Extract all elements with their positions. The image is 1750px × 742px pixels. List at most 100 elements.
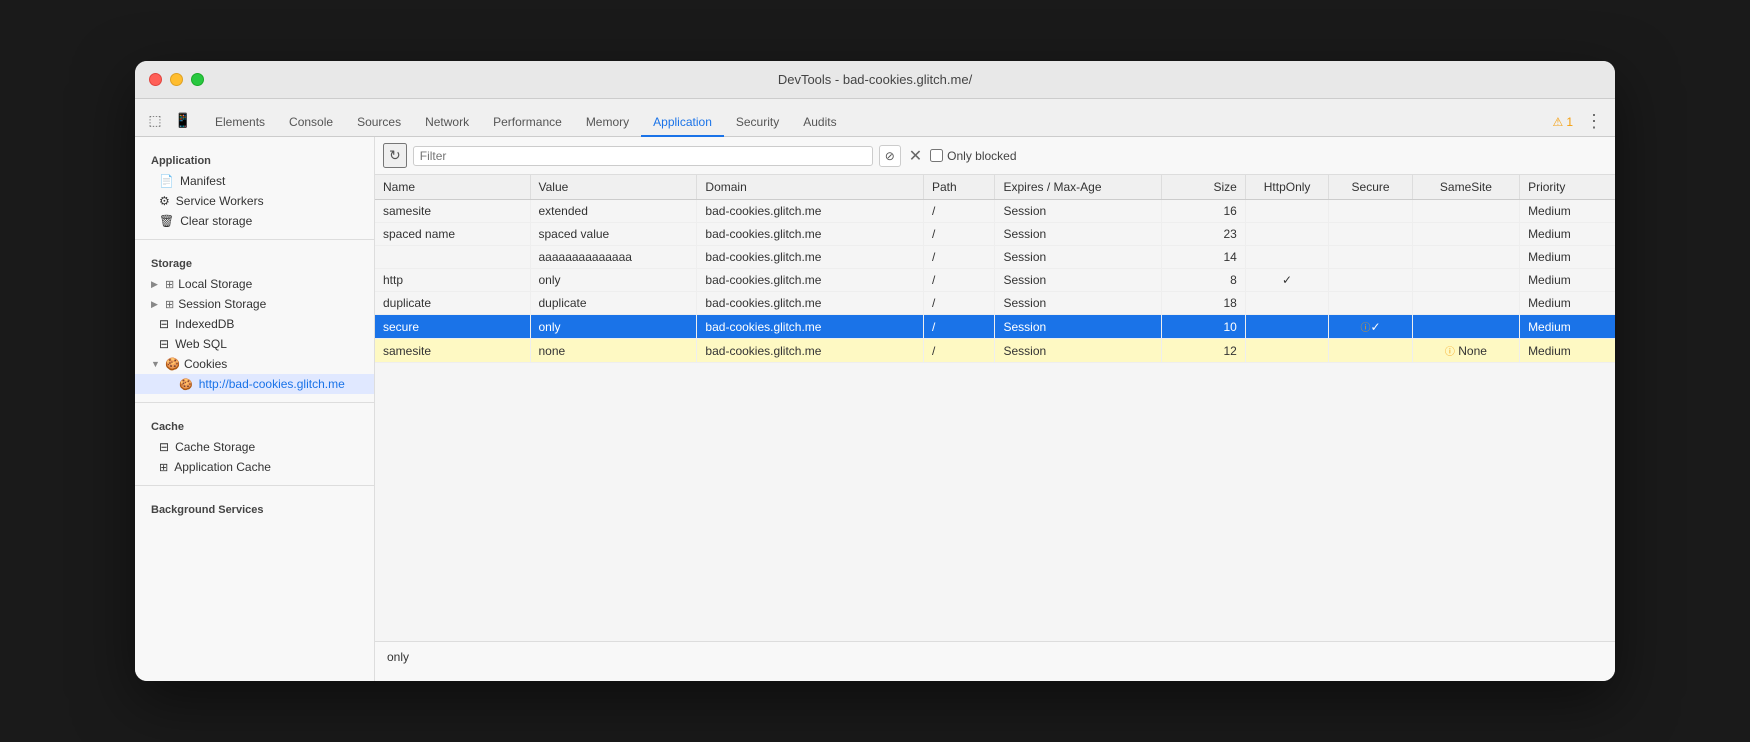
table-cell: spaced value [530, 223, 697, 246]
table-cell: spaced name [375, 223, 530, 246]
table-cell: Medium [1520, 315, 1615, 339]
sidebar-item-session-storage[interactable]: ▶ ⊞ Session Storage [135, 294, 374, 314]
cookies-table-container: Name Value Domain Path Expires / Max-Age… [375, 175, 1615, 641]
table-cell: ⓘ✓ [1329, 315, 1412, 339]
refresh-button[interactable]: ↻ [383, 143, 407, 168]
table-cell: 8 [1162, 269, 1245, 292]
table-cell: Medium [1520, 223, 1615, 246]
col-size[interactable]: Size [1162, 175, 1245, 200]
tab-console[interactable]: Console [277, 109, 345, 137]
sidebar-item-service-workers[interactable]: ⚙ Service Workers [135, 191, 374, 211]
tab-audits[interactable]: Audits [791, 109, 848, 137]
sidebar-item-local-storage[interactable]: ▶ ⊞ Local Storage [135, 274, 374, 294]
tab-application[interactable]: Application [641, 109, 724, 137]
blocked-filter-button[interactable]: ⊘ [879, 145, 901, 167]
service-workers-icon: ⚙ [159, 194, 170, 208]
table-row[interactable]: httponlybad-cookies.glitch.me/Session8✓M… [375, 269, 1615, 292]
divider-3 [135, 485, 374, 486]
cursor-icon[interactable]: ⬚ [143, 108, 167, 132]
col-path[interactable]: Path [923, 175, 995, 200]
sidebar-item-bad-cookies-url[interactable]: 🍪 http://bad-cookies.glitch.me [135, 374, 374, 394]
cookie-rows: samesiteextendedbad-cookies.glitch.me/Se… [375, 200, 1615, 363]
table-cell: Session [995, 200, 1162, 223]
table-cell: / [923, 200, 995, 223]
table-cell: secure [375, 315, 530, 339]
sidebar-item-cache-storage[interactable]: ⊟ Cache Storage [135, 437, 374, 457]
table-cell: 12 [1162, 339, 1245, 363]
minimize-button[interactable] [170, 73, 183, 86]
sidebar-section-application: Application [135, 145, 374, 171]
tab-right-area: ⚠ 1 ⋮ [1553, 111, 1607, 136]
table-cell: / [923, 315, 995, 339]
table-row[interactable]: secureonlybad-cookies.glitch.me/Session1… [375, 315, 1615, 339]
col-samesite[interactable]: SameSite [1412, 175, 1519, 200]
table-cell: duplicate [375, 292, 530, 315]
col-secure[interactable]: Secure [1329, 175, 1412, 200]
col-priority[interactable]: Priority [1520, 175, 1615, 200]
tab-elements[interactable]: Elements [203, 109, 277, 137]
table-cell: Session [995, 269, 1162, 292]
sidebar-item-indexeddb[interactable]: ⊟ IndexedDB [135, 314, 374, 334]
filter-input[interactable] [420, 149, 866, 163]
table-cell [1245, 292, 1328, 315]
tab-memory[interactable]: Memory [574, 109, 641, 137]
sidebar-item-manifest[interactable]: 📄 Manifest [135, 171, 374, 191]
table-cell: none [530, 339, 697, 363]
close-button[interactable] [149, 73, 162, 86]
table-row[interactable]: samesitenonebad-cookies.glitch.me/Sessio… [375, 339, 1615, 363]
col-domain[interactable]: Domain [697, 175, 924, 200]
clear-filter-button[interactable]: ✕ [907, 146, 924, 166]
device-icon[interactable]: 📱 [171, 108, 195, 132]
col-name[interactable]: Name [375, 175, 530, 200]
sidebar-item-cookies[interactable]: ▼ 🍪 Cookies [135, 354, 374, 374]
more-button[interactable]: ⋮ [1581, 111, 1607, 132]
table-cell: aaaaaaaaaaaaaa [530, 246, 697, 269]
table-cell [1412, 315, 1519, 339]
table-cell: Medium [1520, 246, 1615, 269]
divider-1 [135, 239, 374, 240]
table-cell: bad-cookies.glitch.me [697, 315, 924, 339]
tab-sources[interactable]: Sources [345, 109, 413, 137]
warning-badge[interactable]: ⚠ 1 [1553, 115, 1573, 129]
table-row[interactable]: duplicateduplicatebad-cookies.glitch.me/… [375, 292, 1615, 315]
tab-performance[interactable]: Performance [481, 109, 574, 137]
table-cell [1245, 223, 1328, 246]
indexeddb-icon: ⊟ [159, 317, 169, 331]
table-cell [1245, 315, 1328, 339]
application-cache-icon: ⊞ [159, 461, 168, 474]
tab-network[interactable]: Network [413, 109, 481, 137]
sidebar-item-web-sql[interactable]: ⊟ Web SQL [135, 334, 374, 354]
chevron-down-icon: ▼ [151, 359, 161, 369]
maximize-button[interactable] [191, 73, 204, 86]
tab-security[interactable]: Security [724, 109, 791, 137]
table-cell: 18 [1162, 292, 1245, 315]
table-cell: bad-cookies.glitch.me [697, 339, 924, 363]
cookie-url-icon: 🍪 [179, 378, 193, 391]
table-cell [1329, 339, 1412, 363]
col-httponly[interactable]: HttpOnly [1245, 175, 1328, 200]
sidebar-item-clear-storage[interactable]: 🗑 Clear storage [135, 211, 374, 231]
col-value[interactable]: Value [530, 175, 697, 200]
only-blocked-label[interactable]: Only blocked [930, 149, 1016, 163]
table-cell: / [923, 269, 995, 292]
sidebar-item-application-cache[interactable]: ⊞ Application Cache [135, 457, 374, 477]
table-cell: bad-cookies.glitch.me [697, 292, 924, 315]
local-storage-icon: ⊞ [165, 278, 174, 291]
table-cell: Session [995, 246, 1162, 269]
chevron-right-icon: ▶ [151, 279, 161, 290]
table-cell: http [375, 269, 530, 292]
only-blocked-checkbox[interactable] [930, 149, 943, 162]
table-row[interactable]: samesiteextendedbad-cookies.glitch.me/Se… [375, 200, 1615, 223]
col-expires[interactable]: Expires / Max-Age [995, 175, 1162, 200]
chevron-right-icon-2: ▶ [151, 299, 161, 310]
table-row[interactable]: aaaaaaaaaaaaaabad-cookies.glitch.me/Sess… [375, 246, 1615, 269]
table-cell: ✓ [1245, 269, 1328, 292]
table-cell: 23 [1162, 223, 1245, 246]
sidebar: Application 📄 Manifest ⚙ Service Workers… [135, 137, 375, 681]
sidebar-section-cache: Cache [135, 411, 374, 437]
cache-storage-icon: ⊟ [159, 440, 169, 454]
table-cell: bad-cookies.glitch.me [697, 246, 924, 269]
cookies-icon: 🍪 [165, 357, 180, 371]
table-row[interactable]: spaced namespaced valuebad-cookies.glitc… [375, 223, 1615, 246]
table-cell [1245, 200, 1328, 223]
